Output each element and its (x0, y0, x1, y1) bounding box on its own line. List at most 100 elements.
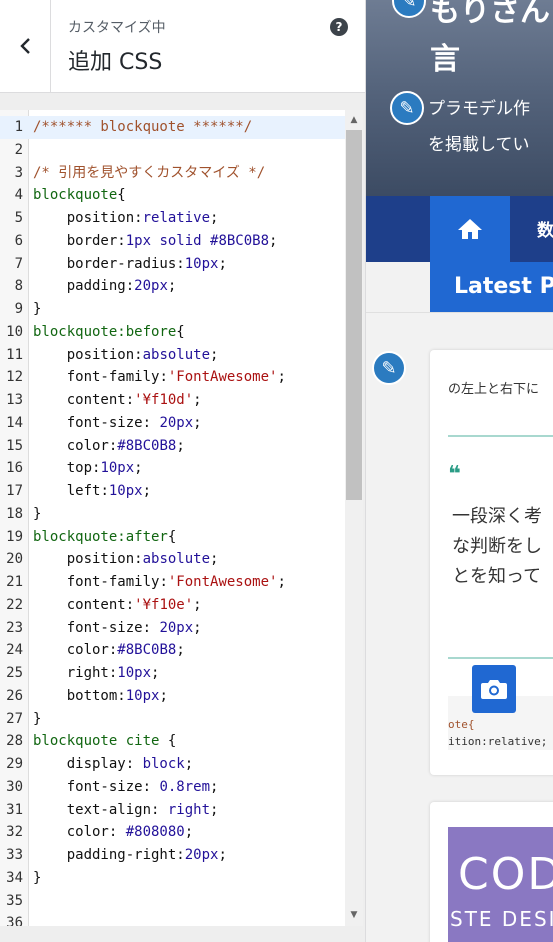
code-line[interactable]: 20 position:absolute; (0, 548, 345, 571)
edit-pencil-icon[interactable]: ✎ (392, 0, 426, 18)
code-line[interactable]: 29 display: block; (0, 753, 345, 776)
camera-button[interactable] (472, 665, 516, 713)
code-token: ; (210, 210, 219, 226)
code-token: ; (277, 574, 286, 590)
code-line[interactable]: 16 top:10px; (0, 457, 345, 480)
code-line[interactable]: 10 blockquote:before{ (0, 321, 345, 344)
code-token: { (117, 187, 126, 204)
code-line[interactable]: 5 position:relative; (0, 207, 345, 230)
line-number: 6 (14, 232, 23, 249)
help-icon[interactable]: ? (330, 18, 348, 36)
line-text: font-size: 20px; (33, 412, 202, 435)
code-token: 1px solid #8BC0B8 (125, 232, 270, 249)
scroll-up-icon[interactable]: ▲ (345, 112, 363, 128)
code-line[interactable]: 31 text-align: right; (0, 799, 345, 822)
code-line[interactable]: 25 right:10px; (0, 662, 345, 685)
line-text: font-size: 20px; (33, 617, 202, 640)
code-token: 20px (134, 278, 168, 295)
code-token: ; (210, 346, 219, 363)
line-number: 13 (6, 392, 23, 408)
code-token: ; (210, 778, 219, 795)
code-token: 20px (184, 847, 219, 863)
code-token: padding-right (33, 847, 177, 863)
code-line[interactable]: 36 (0, 912, 345, 926)
code-line[interactable]: 30 font-size: 0.8rem; (0, 776, 345, 799)
code-line[interactable]: 3 /* 引用を見やすくカスタマイズ */ (0, 162, 345, 185)
line-number: 3 (14, 164, 23, 181)
code-line[interactable]: 23 font-size: 20px; (0, 617, 345, 640)
code-token: ; (176, 642, 185, 659)
code-line[interactable]: 7 border-radius:10px; (0, 253, 345, 276)
code-line[interactable]: 2 (0, 139, 345, 162)
line-number: 7 (14, 255, 23, 272)
line-text: color:#8BC0B8; (33, 435, 185, 458)
code-line[interactable]: 22 content:'¥f10e'; (0, 594, 345, 617)
code-line[interactable]: 26 bottom:10px; (0, 685, 345, 708)
code-token: } (33, 505, 42, 522)
quote-line: 一段深く考 (452, 506, 542, 527)
code-token: : (117, 232, 126, 249)
post-card[interactable]: の左上と右下に ❝ 一段深く考 な判断をし とを知って ote{ ition:r… (430, 350, 553, 775)
code-token: : (159, 574, 168, 590)
line-number: 32 (6, 824, 23, 841)
line-text: padding:20px; (33, 275, 177, 298)
back-button[interactable] (0, 0, 51, 92)
code-token: color (33, 437, 109, 454)
code-line[interactable]: 19 blockquote:after{ (0, 526, 345, 549)
code-line[interactable]: 28 blockquote cite { (0, 730, 345, 753)
line-number: 12 (6, 369, 23, 386)
code-line[interactable]: 18} (0, 503, 345, 526)
code-line[interactable]: 15 color:#8BC0B8; (0, 435, 345, 458)
code-line[interactable]: 13 content:'¥f10d'; (0, 389, 345, 412)
code-line[interactable]: 11 position:absolute; (0, 344, 345, 367)
css-code-editor[interactable]: 1/****** blockquote ******/2 3/* 引用を見やすくカ… (0, 110, 363, 926)
edit-pencil-icon[interactable]: ✎ (390, 91, 424, 125)
code-line[interactable]: 21 font-family:'FontAwesome'; (0, 571, 345, 594)
line-number: 4 (14, 187, 23, 204)
code-line[interactable]: 24 color:#8BC0B8; (0, 639, 345, 662)
code-line[interactable]: 4 blockquote{ (0, 184, 345, 207)
code-token: 'FontAwesome' (167, 574, 278, 590)
line-number: 33 (6, 847, 23, 863)
line-number: 14 (6, 414, 23, 431)
quote-open-icon: ❝ (448, 462, 461, 487)
code-token: text-align (33, 801, 152, 818)
nav-item[interactable]: 数 (537, 216, 553, 241)
code-token: ; (184, 824, 194, 841)
code-token: #8BC0B8 (117, 642, 177, 659)
code-line[interactable]: 27} (0, 708, 345, 731)
editor-scrollbar[interactable]: ▲ ▼ (345, 110, 363, 926)
home-nav-button[interactable] (430, 196, 510, 262)
code-line[interactable]: 9} (0, 298, 345, 321)
quote-line: とを知って (452, 566, 542, 587)
code-line[interactable]: 33 padding-right:20px; (0, 844, 345, 867)
code-line[interactable]: 17 left:10px; (0, 480, 345, 503)
code-token: font-family (33, 574, 160, 590)
line-text: position:absolute; (33, 548, 219, 571)
code-token: content (33, 392, 126, 408)
post-card[interactable]: CODE STE DESIGN (430, 802, 553, 942)
code-token: font-size (33, 619, 143, 636)
code-token: blockquote:after (33, 528, 168, 545)
code-area[interactable]: 1/****** blockquote ******/2 3/* 引用を見やすくカ… (0, 116, 345, 926)
edit-pencil-icon[interactable]: ✎ (372, 351, 406, 385)
scroll-down-icon[interactable]: ▼ (345, 907, 363, 923)
code-line[interactable]: 6 border:1px solid #8BC0B8; (0, 230, 345, 253)
code-line[interactable]: 12 font-family:'FontAwesome'; (0, 366, 345, 389)
code-token: ; (210, 801, 219, 818)
scrollbar-thumb[interactable] (346, 130, 362, 500)
code-line[interactable]: 1 /****** blockquote ******/ (0, 116, 345, 139)
quote-border-bottom (448, 657, 553, 659)
code-line[interactable]: 8 padding:20px; (0, 275, 345, 298)
code-token: { (167, 528, 177, 545)
code-line[interactable]: 32 color: #808080; (0, 821, 345, 844)
code-line[interactable]: 35 (0, 890, 345, 913)
code-token: ; (167, 278, 177, 295)
code-token: #808080 (125, 824, 185, 841)
quote-line: な判断をし (452, 536, 542, 557)
code-line[interactable]: 14 font-size: 20px; (0, 412, 345, 435)
post-thumbnail: CODE STE DESIGN (448, 827, 553, 942)
code-token: block (142, 756, 185, 772)
code-line[interactable]: 34} (0, 867, 345, 890)
line-number: 31 (6, 801, 23, 818)
